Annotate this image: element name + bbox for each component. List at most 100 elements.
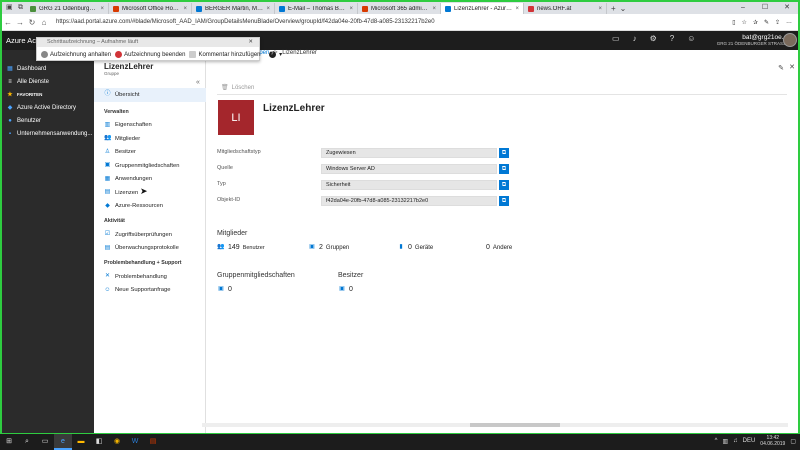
tab-close-icon[interactable]: ×: [349, 6, 353, 12]
clock[interactable]: 13:42 04.06.2019: [760, 435, 785, 447]
property-value[interactable]: Sicherheit: [321, 180, 497, 190]
new-tab-icon[interactable]: +: [611, 4, 616, 13]
back-icon[interactable]: ←: [2, 18, 14, 27]
recorder-help-button[interactable]: ? ▾: [268, 50, 282, 58]
menu-item-gruppenmitgliedschaften[interactable]: ▣ Gruppenmitgliedschaften: [94, 159, 206, 173]
members-devices-stat[interactable]: ▮ 0 Geräte: [397, 244, 433, 251]
network-icon[interactable]: ▥: [722, 438, 728, 445]
favorite-star-icon[interactable]: ☆: [742, 19, 747, 26]
tab-title: Microsoft Office Home: [122, 5, 181, 12]
nav-all-services[interactable]: ≡ Alle Dienste: [2, 75, 94, 88]
stop-recording-button[interactable]: Aufzeichnung beenden: [115, 50, 185, 58]
azure-brand[interactable]: Azure Acti: [6, 36, 40, 45]
pin-icon[interactable]: ✎: [778, 64, 784, 72]
notifications-icon[interactable]: ♪: [633, 34, 637, 43]
copy-icon[interactable]: ⧉: [499, 196, 509, 206]
file-explorer-icon[interactable]: ▬: [72, 434, 90, 450]
menu-item-eigenschaften[interactable]: ▥ Eigenschaften: [94, 119, 206, 133]
nav-users[interactable]: ● Benutzer: [2, 114, 94, 127]
volume-icon[interactable]: ♫: [733, 438, 738, 444]
minimize-icon[interactable]: –: [732, 2, 754, 14]
close-blade-icon[interactable]: ✕: [789, 63, 795, 71]
pause-recording-button[interactable]: Aufzeichnung anhalten: [41, 50, 111, 58]
browser-tab[interactable]: GRG 21 Ödenburgerstraße×: [26, 3, 109, 14]
window-menu-icon[interactable]: ▣: [6, 4, 14, 12]
close-window-icon[interactable]: ✕: [776, 2, 798, 14]
help-icon[interactable]: ?: [670, 34, 674, 43]
copy-icon[interactable]: ⧉: [499, 148, 509, 158]
recorder-close-icon[interactable]: ✕: [248, 38, 253, 47]
members-groups-stat[interactable]: ▣ 2 Gruppen: [308, 244, 349, 251]
tab-close-icon[interactable]: ×: [432, 6, 436, 12]
collapse-menu-icon[interactable]: «: [196, 79, 200, 86]
menu-item-überwachungsprotokolle[interactable]: ▤ Überwachungsprotokolle: [94, 242, 206, 256]
word-icon[interactable]: W: [126, 434, 144, 450]
store-icon[interactable]: ◧: [90, 434, 108, 450]
tab-close-icon[interactable]: ×: [183, 6, 187, 12]
action-center-icon[interactable]: ▢: [790, 438, 796, 445]
browser-tab[interactable]: Microsoft 365 admin center×: [358, 3, 441, 14]
edge-browser-icon[interactable]: e: [54, 434, 72, 450]
share-icon[interactable]: ⇪: [775, 19, 780, 26]
menu-item-lizenzen[interactable]: ▤ Lizenzen: [94, 186, 206, 200]
owners-stat[interactable]: ▣ 0: [338, 286, 353, 293]
browser-tab[interactable]: LizenzLehrer - Azure Ac ×: [441, 3, 524, 14]
menu-item-neue-supportanfrage[interactable]: ☺ Neue Supportanfrage: [94, 284, 206, 298]
start-windows-icon[interactable]: ⊞: [0, 434, 18, 450]
group-memberships-stat[interactable]: ▣ 0: [217, 286, 232, 293]
account-info[interactable]: bat@grg21oe.at GRG 21 ÖDENBURGER STRASSE: [697, 34, 789, 46]
tab-close-icon[interactable]: ×: [100, 6, 104, 12]
browser-tab[interactable]: Microsoft Office Home ×: [109, 3, 192, 14]
notes-icon[interactable]: ✎: [764, 19, 769, 26]
scrollbar-thumb[interactable]: [470, 423, 560, 427]
tab-close-icon[interactable]: ×: [598, 6, 602, 12]
copy-icon[interactable]: ⧉: [499, 164, 509, 174]
folder-icon[interactable]: ▤: [144, 434, 162, 450]
more-icon[interactable]: …: [786, 19, 792, 25]
avatar[interactable]: [783, 33, 797, 47]
browser-tab[interactable]: news.ORF.at ×: [524, 3, 607, 14]
cloud-shell-icon[interactable]: ▭: [612, 34, 620, 43]
devices-count: 0: [408, 244, 412, 251]
tab-actions-icon[interactable]: ⧉: [18, 4, 26, 12]
nav-enterprise-apps[interactable]: ▪ Unternehmensanwendung...: [2, 127, 94, 140]
property-value[interactable]: Windows Server AD: [321, 164, 497, 174]
menu-item-problembehandlung[interactable]: ✕ Problembehandlung: [94, 270, 206, 284]
tray-chevron-icon[interactable]: ^: [715, 438, 718, 444]
task-view-icon[interactable]: ▭: [36, 434, 54, 450]
favorites-hub-icon[interactable]: ✰: [753, 19, 758, 26]
refresh-icon[interactable]: ↻: [26, 18, 38, 27]
add-comment-button[interactable]: Kommentar hinzufügen: [189, 50, 261, 58]
home-icon[interactable]: ⌂: [38, 18, 50, 27]
property-value[interactable]: Zugewiesen: [321, 148, 497, 158]
copy-icon[interactable]: ⧉: [499, 180, 509, 190]
search-icon[interactable]: ⌕: [18, 434, 36, 450]
property-value[interactable]: f42da04e-20fb-47d8-a085-23132217b2e0: [321, 196, 497, 206]
nav-azure-ad[interactable]: ◆ Azure Active Directory: [2, 101, 94, 114]
horizontal-scrollbar[interactable]: [202, 423, 788, 427]
tab-dropdown-icon[interactable]: ⌄: [620, 4, 627, 13]
menu-item-zugriffsüberprüfungen[interactable]: ☑ Zugriffsüberprüfungen: [94, 228, 206, 242]
browser-tab[interactable]: E-Mail – Thomas Baldauf –×: [275, 3, 358, 14]
members-users-stat[interactable]: 👥 149 Benutzer: [217, 244, 264, 251]
property-row: Quelle Windows Server AD ⧉: [217, 164, 617, 175]
menu-item-anwendungen[interactable]: ▦ Anwendungen: [94, 173, 206, 187]
maximize-icon[interactable]: ☐: [754, 2, 776, 14]
language-indicator[interactable]: DEU: [743, 438, 756, 444]
delete-button[interactable]: 🗑 Löschen: [221, 84, 254, 92]
members-other-stat[interactable]: 0 Andere: [486, 244, 512, 251]
forward-icon[interactable]: →: [14, 18, 26, 27]
menu-item-besitzer[interactable]: ♙ Besitzer: [94, 146, 206, 160]
chrome-icon[interactable]: ◉: [108, 434, 126, 450]
menu-item-overview[interactable]: ⓘ Übersicht: [94, 88, 206, 102]
settings-gear-icon[interactable]: ⚙: [650, 34, 657, 43]
reading-view-icon[interactable]: ▯: [732, 19, 735, 26]
feedback-icon[interactable]: ☺: [687, 34, 695, 43]
url-field[interactable]: https://aad.portal.azure.com/#blade/Micr…: [56, 17, 676, 28]
menu-item-azure-ressourcen[interactable]: ◆ Azure-Ressourcen: [94, 200, 206, 214]
nav-dashboard[interactable]: ▦ Dashboard: [2, 62, 94, 75]
browser-tab[interactable]: BERGER Martin, Martin, +1 |×: [192, 3, 275, 14]
tab-close-icon[interactable]: ×: [515, 6, 519, 12]
menu-item-mitglieder[interactable]: 👥 Mitglieder: [94, 132, 206, 146]
tab-close-icon[interactable]: ×: [266, 6, 270, 12]
